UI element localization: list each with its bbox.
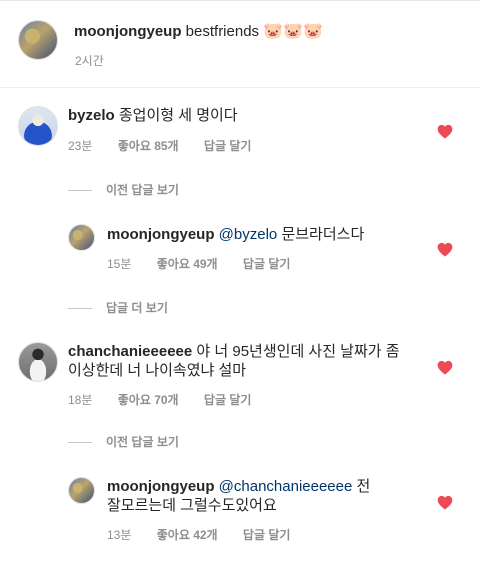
comment-body-line1: moonjongyeup @chanchanieeeeee 전	[107, 477, 370, 497]
replies-dash	[68, 190, 92, 192]
pig-emoji: 🐷	[263, 23, 284, 40]
avatar[interactable]	[18, 20, 58, 60]
pig-emoji: 🐷	[283, 23, 304, 40]
replies-dash	[68, 308, 92, 310]
caption-line: moonjongyeup bestfriends 🐷🐷🐷	[74, 22, 323, 42]
comment-likes[interactable]: 좋아요 85개	[118, 139, 179, 153]
reply-button[interactable]: 답글 달기	[204, 139, 252, 153]
comment-body: byzelo 종업이형 세 명이다	[68, 106, 238, 126]
comment-time: 13분	[107, 528, 132, 542]
caption-text: bestfriends	[185, 23, 260, 40]
heart-icon[interactable]	[437, 360, 453, 375]
reply-button[interactable]: 답글 달기	[243, 528, 291, 542]
comment-username[interactable]: byzelo	[68, 107, 115, 124]
reply-button[interactable]: 답글 달기	[204, 393, 252, 407]
reply-button[interactable]: 답글 달기	[243, 257, 291, 271]
view-replies-button[interactable]: 이전 답글 보기	[68, 181, 179, 198]
comment-body-line2: 이상한데 너 나이속였냐 설마	[68, 361, 246, 381]
comment-likes[interactable]: 좋아요 49개	[157, 257, 218, 271]
view-more-replies-button[interactable]: 답글 더 보기	[68, 299, 168, 316]
comment-meta: 15분 좋아요 49개 답글 달기	[107, 255, 290, 272]
view-replies-button[interactable]: 이전 답글 보기	[68, 433, 179, 450]
avatar[interactable]	[18, 342, 58, 382]
mention-link[interactable]: @chanchanieeeeee	[219, 478, 353, 495]
comment-text: 이상한데 너 나이속였냐 설마	[68, 362, 247, 379]
comment-body: moonjongyeup @byzelo 문브라더스다	[107, 225, 364, 245]
comment-username[interactable]: moonjongyeup	[107, 226, 215, 243]
avatar[interactable]	[68, 224, 95, 251]
comment-text: 야 너 95년생인데 사진 날짜가 좀	[196, 343, 400, 360]
comment-likes[interactable]: 좋아요 42개	[157, 528, 218, 542]
comment-time: 23분	[68, 139, 93, 153]
view-replies-label: 답글 더 보기	[106, 301, 168, 315]
comment-meta: 13분 좋아요 42개 답글 달기	[107, 526, 290, 543]
mention-link[interactable]: @byzelo	[219, 226, 278, 243]
comment-likes[interactable]: 좋아요 70개	[118, 393, 179, 407]
comment-username[interactable]: chanchanieeeeee	[68, 343, 192, 360]
caption-divider	[0, 87, 480, 88]
comment-time: 18분	[68, 393, 93, 407]
comment-body-line1: chanchanieeeeee 야 너 95년생인데 사진 날짜가 좀	[68, 342, 400, 362]
heart-icon[interactable]	[437, 495, 453, 510]
post-caption: moonjongyeup bestfriends 🐷🐷🐷 2시간	[0, 0, 480, 88]
heart-icon[interactable]	[437, 124, 453, 139]
comment-text: 잘모르는데 그럴수도있어요	[107, 497, 277, 514]
comment-text: 종업이형 세 명이다	[118, 107, 238, 124]
view-replies-label: 이전 답글 보기	[106, 435, 179, 449]
avatar[interactable]	[18, 106, 58, 146]
comment-meta: 18분 좋아요 70개 답글 달기	[68, 391, 251, 408]
comment-body-line2: 잘모르는데 그럴수도있어요	[107, 496, 277, 516]
comment-time: 15분	[107, 257, 132, 271]
pig-emoji: 🐷	[303, 23, 323, 40]
heart-icon[interactable]	[437, 242, 453, 257]
avatar[interactable]	[68, 477, 95, 504]
replies-dash	[68, 442, 92, 444]
view-replies-label: 이전 답글 보기	[106, 183, 179, 197]
comment-text: 전	[356, 478, 371, 495]
comment-text: 문브라더스다	[281, 226, 365, 243]
caption-time: 2시간	[75, 54, 104, 68]
comment-meta: 23분 좋아요 85개 답글 달기	[68, 137, 251, 154]
caption-username[interactable]: moonjongyeup	[74, 23, 182, 40]
comment-username[interactable]: moonjongyeup	[107, 478, 215, 495]
